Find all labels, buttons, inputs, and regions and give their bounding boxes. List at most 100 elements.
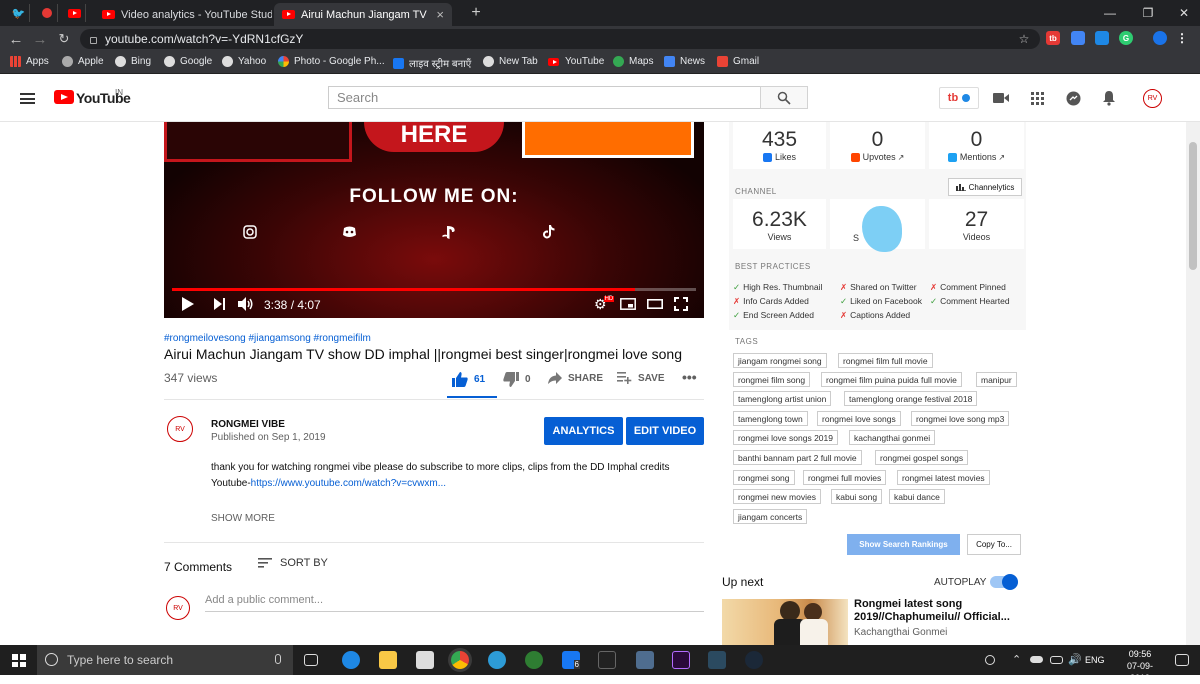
pinned-tab-youtube[interactable] bbox=[64, 4, 86, 22]
close-window-button[interactable]: ✕ bbox=[1166, 0, 1200, 26]
tag-chip[interactable]: manipur bbox=[976, 372, 1017, 387]
bookmark-bing[interactable]: Bing bbox=[115, 56, 151, 67]
video-hashtags[interactable]: #rongmeilovesong #jiangamsong #rongmeifi… bbox=[164, 333, 371, 344]
sort-comments-button[interactable]: SORT BY bbox=[258, 557, 328, 569]
youtube-logo-icon[interactable] bbox=[54, 90, 74, 104]
bookmark-yahoo[interactable]: Yahoo bbox=[222, 56, 266, 67]
profile-icon[interactable] bbox=[1153, 31, 1167, 45]
analytics-button[interactable]: ANALYTICS bbox=[544, 417, 623, 445]
notifications-icon[interactable] bbox=[1175, 654, 1189, 666]
app-icon[interactable] bbox=[488, 651, 506, 669]
copy-to-button[interactable]: Copy To... bbox=[967, 534, 1021, 555]
premiere-icon[interactable] bbox=[672, 651, 690, 669]
new-tab-button[interactable]: + bbox=[458, 0, 494, 26]
battery-icon[interactable] bbox=[1050, 656, 1063, 664]
volume-button[interactable] bbox=[238, 297, 254, 311]
forward-button[interactable]: → bbox=[30, 30, 50, 48]
up-next-title[interactable]: Rongmei latest song 2019//Chaphumeilu// … bbox=[854, 598, 1014, 624]
minimize-button[interactable]: — bbox=[1092, 0, 1128, 26]
tag-chip[interactable]: rongmei love songs 2019 bbox=[733, 430, 838, 445]
tag-chip[interactable]: rongmei film song bbox=[733, 372, 811, 387]
tag-chip[interactable]: rongmei new movies bbox=[733, 489, 821, 504]
save-to-playlist-button[interactable]: SAVE bbox=[617, 372, 665, 384]
autoplay-toggle[interactable] bbox=[990, 574, 1018, 590]
search-button[interactable] bbox=[760, 86, 808, 109]
tag-chip[interactable]: rongmei gospel songs bbox=[875, 450, 969, 465]
bookmark-maps[interactable]: Maps bbox=[613, 56, 653, 67]
tag-chip[interactable]: rongmei love song mp3 bbox=[911, 411, 1010, 426]
bookmark-apple[interactable]: Apple bbox=[62, 56, 104, 67]
people-icon[interactable] bbox=[985, 655, 995, 665]
fullscreen-button[interactable] bbox=[674, 297, 688, 311]
edge-icon[interactable] bbox=[342, 651, 360, 669]
tubebuddy-extension-icon[interactable]: tb bbox=[1046, 31, 1060, 45]
extension-icon[interactable] bbox=[1095, 31, 1109, 45]
show-search-rankings-button[interactable]: Show Search Rankings bbox=[847, 534, 960, 555]
system-clock[interactable]: 09:56 07-09-2019 bbox=[1117, 648, 1163, 684]
add-comment-input[interactable]: Add a public comment... bbox=[205, 594, 704, 612]
tag-chip[interactable]: rongmei love songs bbox=[817, 411, 901, 426]
mail-icon[interactable] bbox=[416, 651, 434, 669]
steam-icon[interactable] bbox=[745, 651, 763, 669]
share-button[interactable]: SHARE bbox=[548, 372, 603, 384]
close-tab-icon[interactable]: × bbox=[428, 7, 444, 22]
pinned-tab-2[interactable] bbox=[36, 4, 58, 22]
messages-icon[interactable] bbox=[1063, 89, 1083, 107]
settings-button[interactable]: ⚙ HD bbox=[594, 296, 617, 312]
task-view-icon[interactable] bbox=[304, 654, 318, 666]
miniplayer-button[interactable] bbox=[620, 297, 636, 311]
tab-youtube-studio[interactable]: Video analytics - YouTube Studio × bbox=[94, 3, 272, 26]
account-avatar[interactable]: RV bbox=[1143, 89, 1162, 108]
pubg-icon[interactable] bbox=[598, 651, 616, 669]
video-progress-bar[interactable] bbox=[172, 288, 696, 291]
chrome-icon[interactable] bbox=[451, 651, 469, 669]
taskbar-search-input[interactable]: Type here to search bbox=[37, 645, 293, 675]
dislike-button[interactable]: 0 bbox=[503, 372, 531, 387]
scrollbar-thumb[interactable] bbox=[1189, 142, 1197, 270]
tubebuddy-button[interactable]: tb bbox=[939, 87, 979, 109]
bookmark-news[interactable]: News bbox=[664, 56, 705, 67]
bookmark-new-tab[interactable]: New Tab bbox=[483, 56, 538, 67]
tag-chip[interactable]: rongmei film full movie bbox=[838, 353, 933, 368]
tag-chip[interactable]: tamenglong artist union bbox=[733, 391, 832, 406]
tab-active-video[interactable]: Airui Machun Jiangam TV show D × bbox=[274, 3, 452, 26]
bookmark-gmail[interactable]: Gmail bbox=[717, 56, 759, 67]
show-more-button[interactable]: SHOW MORE bbox=[211, 513, 275, 524]
more-actions-icon[interactable]: ••• bbox=[682, 369, 697, 385]
theater-mode-button[interactable] bbox=[647, 297, 663, 311]
bookmark-youtube[interactable]: YouTube bbox=[548, 56, 604, 67]
app-icon[interactable] bbox=[708, 651, 726, 669]
facebook-app-icon[interactable]: 6 bbox=[562, 651, 580, 669]
tag-chip[interactable]: rongmei latest movies bbox=[897, 470, 990, 485]
bookmark-google-photos[interactable]: Photo - Google Ph... bbox=[278, 56, 385, 67]
tag-chip[interactable]: jiangam rongmei song bbox=[733, 353, 827, 368]
chevron-up-icon[interactable]: ⌃ bbox=[1012, 653, 1030, 671]
channelytics-button[interactable]: Channelytics bbox=[948, 178, 1022, 196]
external-link-icon[interactable]: ↗ bbox=[898, 153, 905, 162]
cloud-icon[interactable] bbox=[1030, 656, 1043, 663]
next-video-button[interactable] bbox=[214, 297, 226, 311]
reload-button[interactable]: ↻ bbox=[54, 30, 74, 48]
address-bar[interactable]: youtube.com/watch?v=-YdRN1cfGzY bbox=[80, 29, 1040, 49]
app-icon[interactable] bbox=[636, 651, 654, 669]
browser-menu-icon[interactable]: ⋮ bbox=[1175, 31, 1189, 45]
channel-avatar[interactable]: RV bbox=[167, 416, 193, 442]
restore-button[interactable]: ❐ bbox=[1130, 0, 1166, 26]
like-button[interactable]: 61 bbox=[452, 372, 485, 387]
play-button[interactable] bbox=[182, 297, 194, 311]
bookmark-apps[interactable]: Apps bbox=[10, 56, 49, 67]
tag-chip[interactable]: rongmei song bbox=[733, 470, 795, 485]
tag-chip[interactable]: tamenglong town bbox=[733, 411, 808, 426]
description-link[interactable]: https://www.youtube.com/watch?v=cvwxm... bbox=[251, 478, 446, 489]
notifications-bell-icon[interactable] bbox=[1099, 89, 1119, 107]
xbox-icon[interactable] bbox=[525, 651, 543, 669]
apps-grid-icon[interactable] bbox=[1027, 89, 1047, 107]
hamburger-menu-icon[interactable] bbox=[20, 93, 35, 104]
volume-icon[interactable]: 🔊 bbox=[1068, 653, 1086, 671]
edit-video-button[interactable]: EDIT VIDEO bbox=[626, 417, 704, 445]
bookmark-live-stream[interactable]: लाइव स्ट्रीम बनाएँ bbox=[393, 56, 471, 70]
bookmark-google[interactable]: Google bbox=[164, 56, 212, 67]
up-next-thumbnail[interactable] bbox=[722, 599, 848, 645]
grammarly-icon[interactable]: G bbox=[1119, 31, 1133, 45]
tag-chip[interactable]: kachangthai gonmei bbox=[849, 430, 936, 445]
